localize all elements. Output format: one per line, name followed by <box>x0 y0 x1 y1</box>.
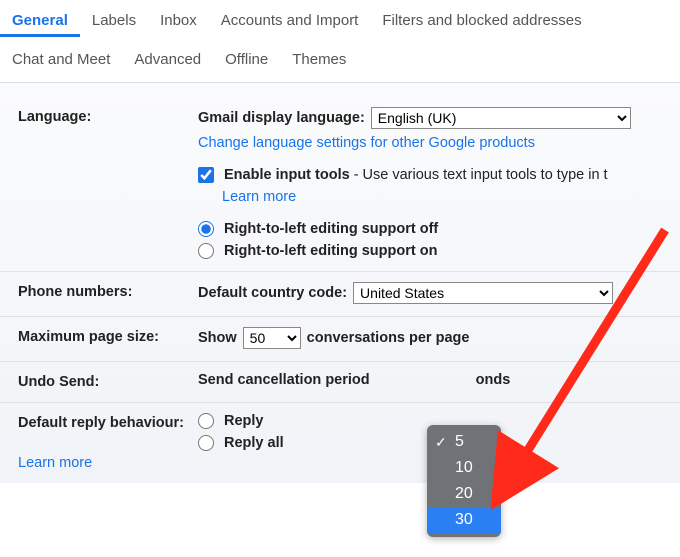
cancellation-period-suffix: onds <box>476 372 511 388</box>
page-size-show: Show <box>198 330 237 346</box>
tab-filters[interactable]: Filters and blocked addresses <box>370 2 593 37</box>
country-code-label: Default country code: <box>198 285 347 301</box>
reply-radio[interactable] <box>198 413 214 429</box>
tab-advanced[interactable]: Advanced <box>122 37 213 76</box>
row-page-size: Maximum page size: Show 50 conversations… <box>0 317 680 362</box>
settings-body: Language: Gmail display language: Englis… <box>0 82 680 483</box>
dropdown-option-20[interactable]: 20 <box>427 481 501 507</box>
language-label: Language: <box>18 107 198 125</box>
reply-option-label: Reply <box>224 413 264 429</box>
tab-accounts[interactable]: Accounts and Import <box>209 2 371 37</box>
enable-input-tools-checkbox[interactable] <box>198 167 214 183</box>
dropdown-option-5[interactable]: ✓ 5 <box>427 429 501 455</box>
page-size-select[interactable]: 50 <box>243 327 301 349</box>
rtl-on-label: Right-to-left editing support on <box>224 243 437 259</box>
check-icon: ✓ <box>435 434 447 451</box>
country-code-select[interactable]: United States <box>353 282 613 304</box>
undo-send-label: Undo Send: <box>18 372 198 390</box>
page-size-label: Maximum page size: <box>18 327 198 345</box>
tab-labels[interactable]: Labels <box>80 2 148 37</box>
reply-all-option-label: Reply all <box>224 435 284 451</box>
page-size-suffix: conversations per page <box>307 330 470 346</box>
phone-label: Phone numbers: <box>18 282 198 300</box>
rtl-on-radio[interactable] <box>198 243 214 259</box>
row-default-reply: Default reply behaviour: Reply Reply all <box>0 403 680 455</box>
input-tools-learn-more[interactable]: Learn more <box>222 189 296 205</box>
settings-tabs-row1: General Labels Inbox Accounts and Import… <box>0 0 680 37</box>
settings-tabs-row2: Chat and Meet Advanced Offline Themes <box>0 37 680 82</box>
tab-inbox[interactable]: Inbox <box>148 2 209 37</box>
tab-themes[interactable]: Themes <box>280 37 358 76</box>
display-language-label: Gmail display language: <box>198 110 365 126</box>
tab-general[interactable]: General <box>0 2 80 37</box>
row-undo-send: Undo Send: Send cancellation period onds <box>0 362 680 403</box>
enable-input-tools-label: Enable input tools <box>224 167 350 183</box>
rtl-off-label: Right-to-left editing support off <box>224 221 438 237</box>
undo-send-dropdown[interactable]: ✓ 5 10 20 30 <box>427 425 501 537</box>
tab-offline[interactable]: Offline <box>213 37 280 76</box>
display-language-select[interactable]: English (UK) <box>371 107 631 129</box>
default-reply-label: Default reply behaviour: <box>18 413 198 431</box>
row-language: Language: Gmail display language: Englis… <box>0 97 680 272</box>
change-language-link[interactable]: Change language settings for other Googl… <box>198 135 535 151</box>
tab-chat[interactable]: Chat and Meet <box>0 37 122 76</box>
row-phone: Phone numbers: Default country code: Uni… <box>0 272 680 317</box>
dropdown-option-30[interactable]: 30 <box>427 507 501 533</box>
reply-learn-more[interactable]: Learn more <box>0 455 680 483</box>
reply-all-radio[interactable] <box>198 435 214 451</box>
enable-input-tools-desc: - Use various text input tools to type i… <box>350 167 608 183</box>
dropdown-option-10[interactable]: 10 <box>427 455 501 481</box>
rtl-off-radio[interactable] <box>198 221 214 237</box>
cancellation-period-label: Send cancellation period <box>198 372 370 388</box>
